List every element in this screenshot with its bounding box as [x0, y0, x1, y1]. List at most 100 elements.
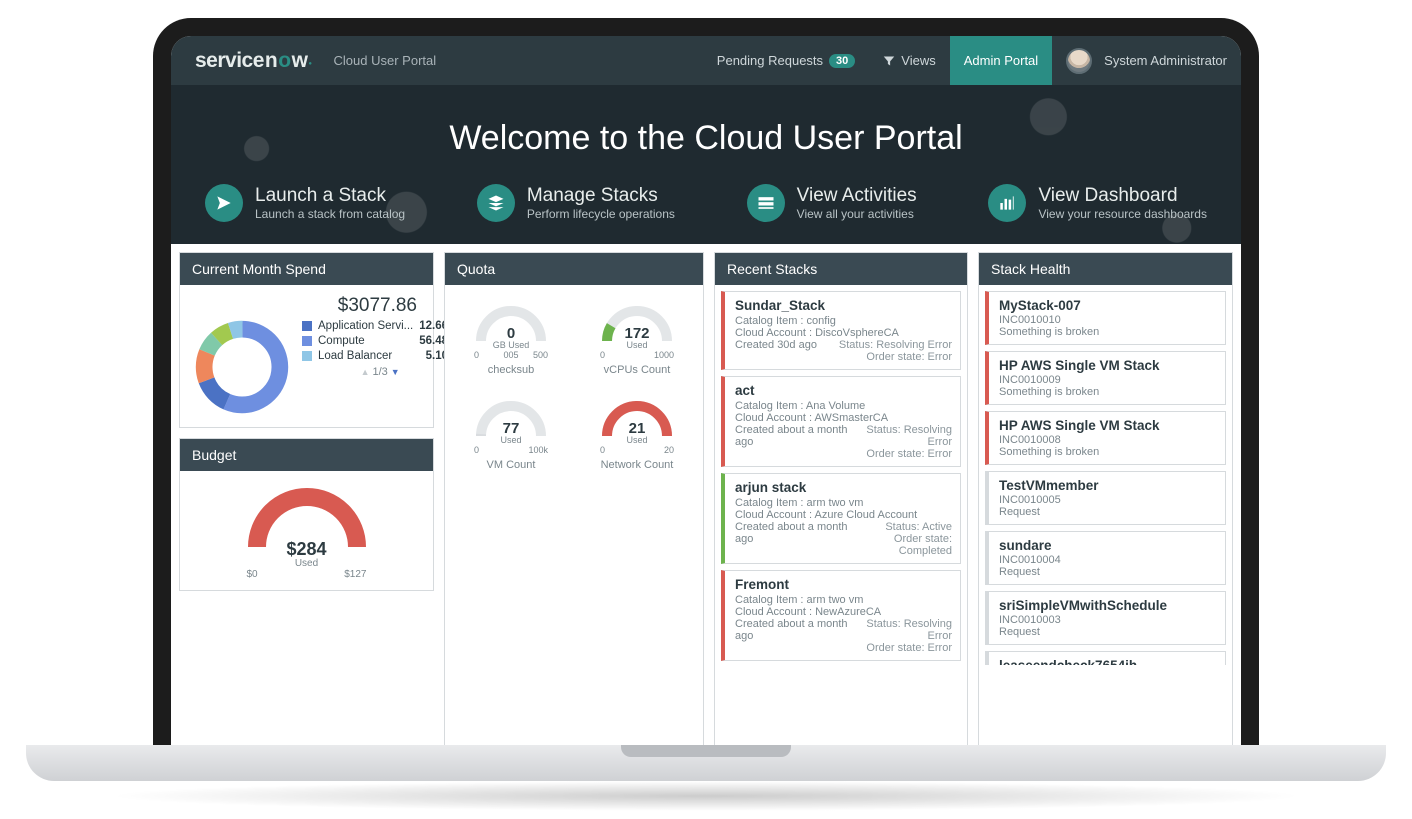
health-message: Something is broken — [999, 386, 1215, 398]
gauge-unit: Used — [626, 435, 647, 445]
stack-account: Cloud Account : AWSmasterCA — [735, 412, 952, 424]
health-incident: INC0010004 — [999, 554, 1215, 566]
health-incident: INC0010008 — [999, 434, 1215, 446]
health-stack-name: TestVMmember — [999, 478, 1215, 493]
quota-gauge: 77 Used 0100k VM Count — [453, 396, 569, 471]
health-message: Request — [999, 626, 1215, 638]
action-title: View Activities — [797, 185, 917, 207]
stack-name: arjun stack — [735, 480, 952, 495]
stack-catalog: Catalog Item : arm two vm — [735, 594, 952, 606]
nav-pending-requests[interactable]: Pending Requests 30 — [703, 36, 870, 85]
quota-gauge: 21 Used 020 Network Count — [579, 396, 695, 471]
legend-label: Application Servi... — [318, 320, 413, 332]
budget-value: $284 — [286, 539, 326, 560]
legend-item[interactable]: Compute 56.48% — [302, 335, 458, 347]
pager-next-icon[interactable]: ▼ — [391, 367, 400, 377]
stack-catalog: Catalog Item : config — [735, 315, 952, 327]
hero-action-launch-stack[interactable]: Launch a Stack Launch a stack from catal… — [205, 184, 405, 222]
portal-name: Cloud User Portal — [334, 53, 437, 68]
legend-item[interactable]: Application Servi... 12.66% — [302, 320, 458, 332]
panel-stack-health: Stack Health MyStack-007 INC0010010 Some… — [978, 252, 1233, 750]
panel-budget: Budget $284 Used $0 $127 — [179, 438, 434, 591]
stack-card[interactable]: Fremont Catalog Item : arm two vm Cloud … — [721, 570, 961, 661]
manage-stacks-icon — [477, 184, 515, 222]
stack-name: Sundar_Stack — [735, 298, 952, 313]
stack-status: Status: Resolving Error — [853, 424, 952, 448]
budget-min: $0 — [247, 569, 258, 580]
gauge-title: vCPUs Count — [604, 364, 671, 376]
health-card[interactable]: MyStack-007 INC0010010 Something is brok… — [985, 291, 1226, 345]
health-card[interactable]: sriSimpleVMwithSchedule INC0010003 Reque… — [985, 591, 1226, 645]
health-card[interactable]: sundare INC0010004 Request — [985, 531, 1226, 585]
stack-card[interactable]: arjun stack Catalog Item : arm two vm Cl… — [721, 473, 961, 564]
action-subtitle: View all your activities — [797, 207, 917, 221]
legend-pager[interactable]: ▲ 1/3 ▼ — [302, 366, 458, 378]
action-title: View Dashboard — [1038, 185, 1207, 207]
legend-label: Compute — [318, 335, 365, 347]
panel-header: Current Month Spend — [180, 253, 433, 285]
stack-name: act — [735, 383, 952, 398]
gauge-title: Network Count — [601, 459, 674, 471]
action-subtitle: View your resource dashboards — [1038, 207, 1207, 221]
health-message: Request — [999, 566, 1215, 578]
health-card[interactable]: TestVMmember INC0010005 Request — [985, 471, 1226, 525]
gauge-unit: Used — [626, 340, 647, 350]
panel-header: Recent Stacks — [715, 253, 967, 285]
avatar — [1066, 48, 1092, 74]
stack-catalog: Catalog Item : Ana Volume — [735, 400, 952, 412]
hero-action-view-dashboard[interactable]: View Dashboard View your resource dashbo… — [988, 184, 1207, 222]
spend-total: $3077.86 — [192, 295, 421, 317]
top-nav: servicenow● Cloud User Portal Pending Re… — [171, 36, 1241, 85]
stack-status: Status: Resolving Error — [853, 618, 952, 642]
quota-gauge: 0 GB Used 0500 005 checksub — [453, 301, 569, 376]
gauge-unit: Used — [500, 435, 521, 445]
pending-count-badge: 30 — [829, 54, 855, 68]
health-message: Request — [999, 506, 1215, 518]
stack-status: Status: Active — [852, 521, 952, 533]
brand-logo[interactable]: servicenow● — [171, 49, 326, 73]
action-title: Launch a Stack — [255, 185, 405, 207]
health-card[interactable]: leaseendcheck7654ih — [985, 651, 1226, 665]
health-card[interactable]: HP AWS Single VM Stack INC0010009 Someth… — [985, 351, 1226, 405]
panel-current-month-spend: Current Month Spend $3077.86 — [179, 252, 434, 428]
health-stack-name: leaseendcheck7654ih — [999, 658, 1215, 665]
nav-views[interactable]: Views — [869, 36, 949, 85]
hero-banner: Welcome to the Cloud User Portal Launch … — [171, 85, 1241, 244]
stack-catalog: Catalog Item : arm two vm — [735, 497, 952, 509]
pager-text: 1/3 — [372, 366, 387, 378]
stack-card[interactable]: Sundar_Stack Catalog Item : config Cloud… — [721, 291, 961, 370]
panel-header: Budget — [180, 439, 433, 471]
action-subtitle: Launch a stack from catalog — [255, 207, 405, 221]
laptop-bezel: servicenow● Cloud User Portal Pending Re… — [153, 18, 1259, 750]
pager-prev-icon[interactable]: ▲ — [361, 367, 370, 377]
view-dashboard-icon — [988, 184, 1026, 222]
health-message: Something is broken — [999, 326, 1215, 338]
stack-account: Cloud Account : NewAzureCA — [735, 606, 952, 618]
legend-label: Load Balancer — [318, 350, 392, 362]
gauge-title: checksub — [488, 364, 534, 376]
stack-age: Created 30d ago — [735, 339, 817, 363]
legend-swatch — [302, 321, 312, 331]
stack-card[interactable]: act Catalog Item : Ana Volume Cloud Acco… — [721, 376, 961, 467]
launch-stack-icon — [205, 184, 243, 222]
legend-item[interactable]: Load Balancer 5.10% — [302, 350, 458, 362]
hero-action-view-activities[interactable]: View Activities View all your activities — [747, 184, 917, 222]
panel-recent-stacks: Recent Stacks Sundar_Stack Catalog Item … — [714, 252, 968, 750]
view-activities-icon — [747, 184, 785, 222]
stack-age: Created about a month ago — [735, 424, 853, 460]
health-incident: INC0010003 — [999, 614, 1215, 626]
stack-age: Created about a month ago — [735, 521, 852, 557]
health-card[interactable]: HP AWS Single VM Stack INC0010008 Someth… — [985, 411, 1226, 465]
hero-action-manage-stacks[interactable]: Manage Stacks Perform lifecycle operatio… — [477, 184, 675, 222]
nav-user-menu[interactable]: System Administrator — [1052, 36, 1241, 85]
stack-order-state: Order state: Error — [853, 448, 952, 460]
action-subtitle: Perform lifecycle operations — [527, 207, 675, 221]
spend-donut-chart — [192, 317, 292, 417]
stack-order-state: Order state: Error — [853, 642, 952, 654]
panel-header: Quota — [445, 253, 703, 285]
filter-icon — [883, 55, 895, 67]
stack-order-state: Order state: Completed — [852, 533, 952, 557]
legend-swatch — [302, 351, 312, 361]
stack-age: Created about a month ago — [735, 618, 853, 654]
nav-admin-portal[interactable]: Admin Portal — [950, 36, 1052, 85]
